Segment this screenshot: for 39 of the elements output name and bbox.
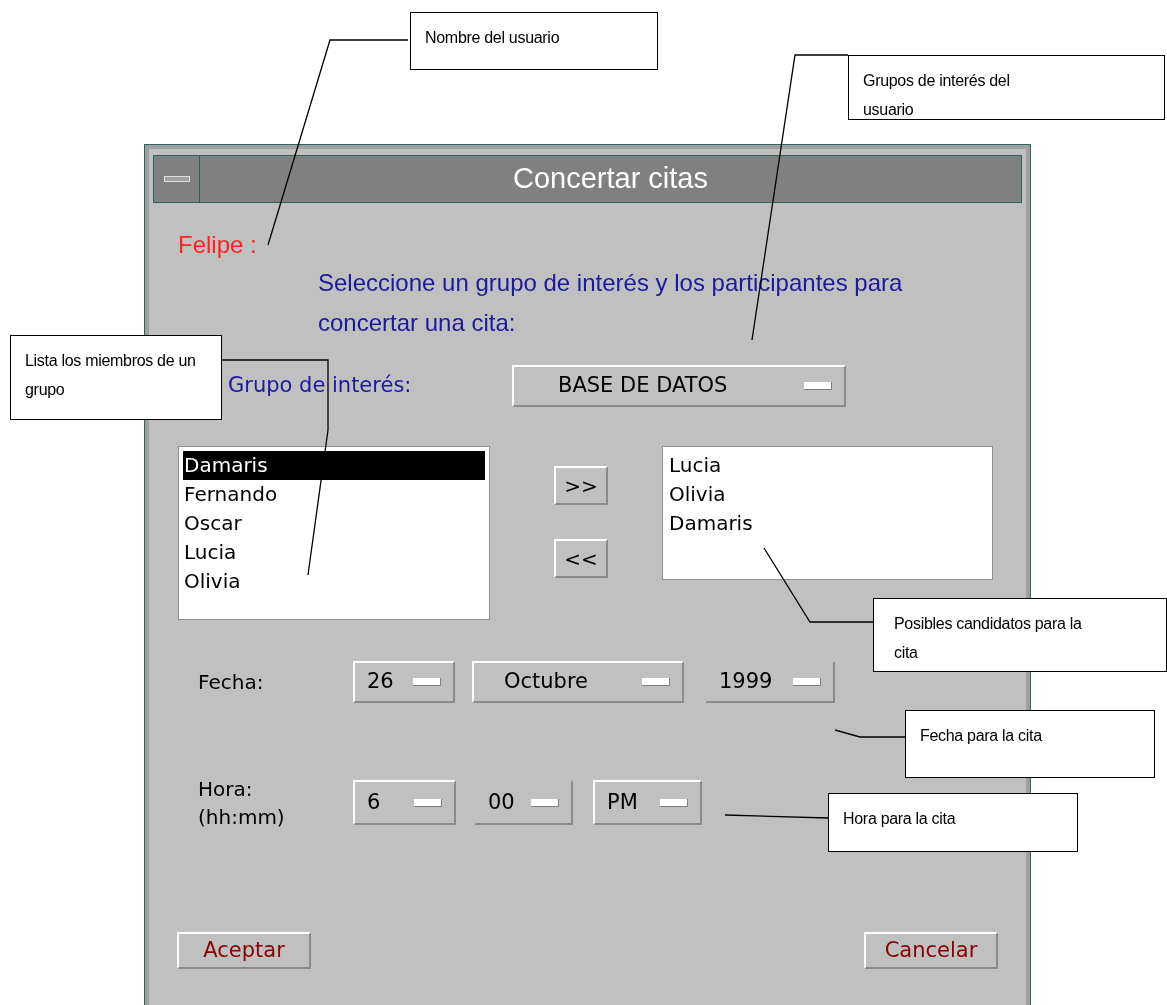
menu-indicator-icon xyxy=(642,678,670,686)
group-label: Grupo de interés: xyxy=(228,372,413,400)
callout-text: Grupos de interés del usuario xyxy=(863,71,1011,120)
member-item[interactable]: Oscar xyxy=(183,509,485,538)
menu-indicator-icon xyxy=(793,678,821,686)
user-name: Felipe : xyxy=(178,231,257,259)
add-button[interactable]: >> xyxy=(554,466,608,505)
window-title: Concertar citas xyxy=(513,161,708,197)
menu-indicator-icon xyxy=(531,798,559,807)
option-menu[interactable]: 00 xyxy=(474,780,573,825)
time-label: Hora: xyxy=(198,775,254,803)
menu-indicator-icon xyxy=(414,798,442,807)
callout-text: Hora para la cita xyxy=(843,809,957,829)
member-item[interactable]: Damaris xyxy=(183,451,485,480)
participant-item[interactable]: Olivia xyxy=(667,480,988,509)
menu-indicator-icon xyxy=(804,382,832,390)
member-item[interactable]: Lucia xyxy=(183,538,485,567)
participant-item[interactable]: Damaris xyxy=(667,509,988,538)
menu-indicator-icon xyxy=(413,678,441,686)
member-item[interactable]: Olivia xyxy=(183,567,485,596)
callout-text: Fecha para la cita xyxy=(920,726,1043,746)
time-format-label: (hh:mm) xyxy=(198,803,286,831)
member-item[interactable]: Fernando xyxy=(183,480,485,509)
remove-button[interactable]: << xyxy=(554,539,608,578)
participant-item[interactable]: Lucia xyxy=(667,451,988,480)
callout-text: Nombre del usuario xyxy=(425,28,561,48)
date-label: Fecha: xyxy=(198,669,265,696)
option-menu[interactable]: Octubre xyxy=(472,661,684,703)
callout-text: Posibles candidatos para la cita xyxy=(894,614,1083,663)
option-menu[interactable]: 6 xyxy=(353,780,456,825)
option-menu[interactable]: 1999 xyxy=(705,661,835,703)
cancel-button[interactable]: Cancelar xyxy=(864,932,998,969)
option-menu[interactable]: BASE DE DATOS xyxy=(512,365,846,407)
option-menu[interactable]: PM xyxy=(593,780,702,825)
option-menu[interactable]: 26 xyxy=(353,661,455,703)
accept-button[interactable]: Aceptar xyxy=(177,932,311,969)
minus-icon xyxy=(163,176,190,182)
menu-indicator-icon xyxy=(660,798,688,807)
callout-text: Lista los miembros de un grupo xyxy=(25,351,197,400)
